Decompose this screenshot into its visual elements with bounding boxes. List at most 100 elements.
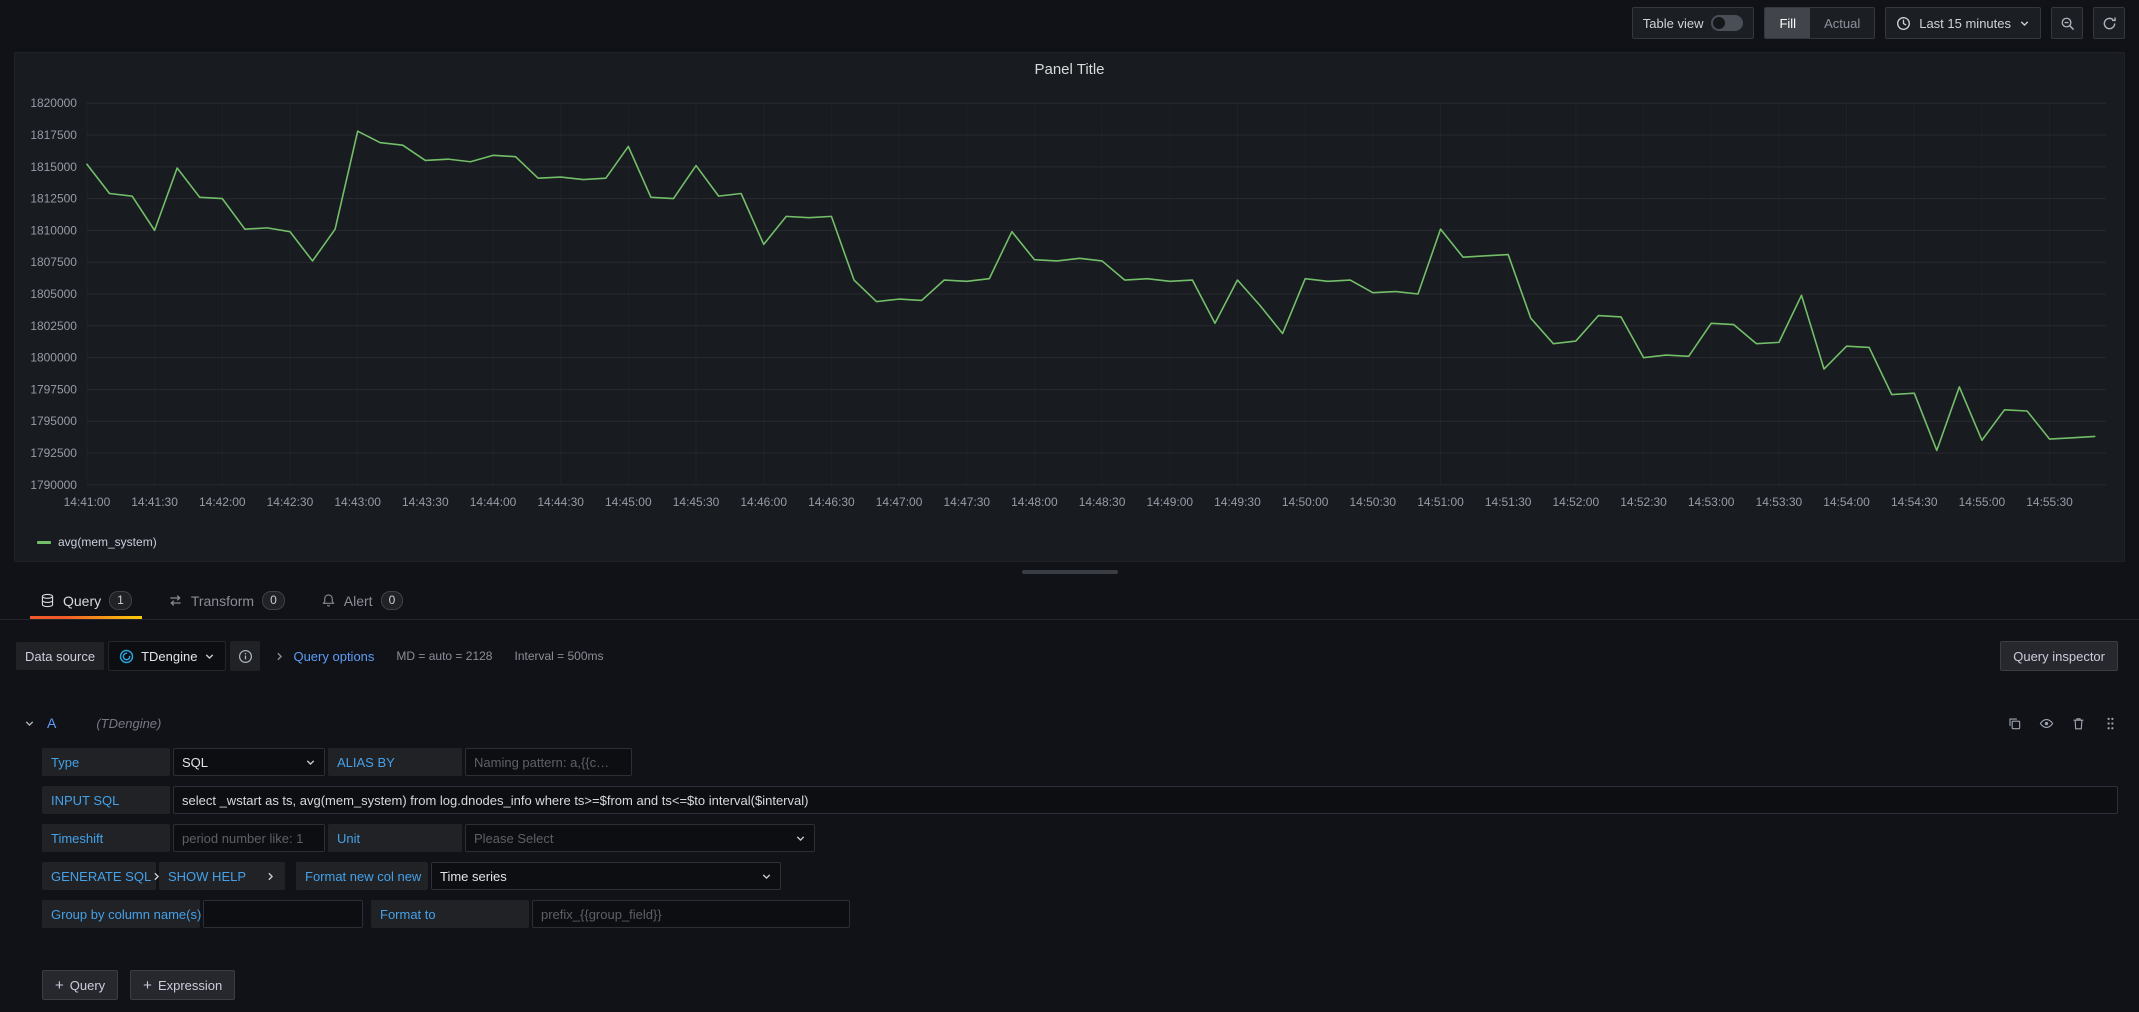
format-to-input[interactable] — [532, 900, 850, 928]
editor-footer: + Query + Expression — [42, 970, 2139, 1000]
disable-query-button[interactable] — [2039, 716, 2054, 731]
fit-mode-group: Fill Actual — [1764, 7, 1875, 39]
trash-icon — [2071, 716, 2086, 731]
format-label: Format new col new — [296, 862, 428, 890]
panel: Panel Title 14:41:0014:41:3014:42:0014:4… — [14, 52, 2125, 562]
unit-select[interactable]: Please Select — [465, 824, 815, 852]
bell-icon — [321, 593, 336, 608]
svg-text:14:46:30: 14:46:30 — [808, 495, 855, 509]
svg-text:14:48:30: 14:48:30 — [1079, 495, 1126, 509]
svg-text:1817500: 1817500 — [30, 128, 77, 142]
svg-text:14:44:00: 14:44:00 — [470, 495, 517, 509]
actual-option[interactable]: Actual — [1810, 8, 1874, 38]
drag-query-handle[interactable] — [2103, 716, 2118, 731]
svg-text:1815000: 1815000 — [30, 160, 77, 174]
svg-text:14:41:30: 14:41:30 — [131, 495, 178, 509]
show-help-label: SHOW HELP — [168, 869, 246, 884]
input-sql-input[interactable] — [173, 786, 2118, 814]
svg-text:1805000: 1805000 — [30, 287, 77, 301]
svg-text:14:43:30: 14:43:30 — [402, 495, 449, 509]
add-expression-button[interactable]: + Expression — [130, 970, 235, 1000]
zoom-out-button[interactable] — [2051, 7, 2083, 39]
tab-transform[interactable]: Transform 0 — [158, 582, 295, 619]
query-options-md: MD = auto = 2128 — [396, 649, 492, 663]
resize-handle[interactable] — [1022, 570, 1118, 574]
eye-icon — [2039, 716, 2054, 731]
svg-text:14:42:00: 14:42:00 — [199, 495, 246, 509]
chevron-right-icon — [274, 651, 285, 662]
svg-text:14:51:00: 14:51:00 — [1417, 495, 1464, 509]
svg-text:14:48:00: 14:48:00 — [1011, 495, 1058, 509]
type-select-value: SQL — [182, 755, 208, 770]
tab-alert[interactable]: Alert 0 — [311, 582, 413, 619]
unit-select-placeholder: Please Select — [474, 831, 554, 846]
svg-text:14:44:30: 14:44:30 — [537, 495, 584, 509]
collapse-query-icon[interactable] — [24, 718, 35, 729]
legend-item[interactable]: avg(mem_system) — [25, 533, 2114, 551]
refresh-button[interactable] — [2093, 7, 2125, 39]
query-inspector-button[interactable]: Query inspector — [2000, 641, 2118, 671]
type-select[interactable]: SQL — [173, 748, 325, 776]
query-datasource-hint: (TDengine) — [96, 716, 161, 731]
datasource-help-button[interactable] — [230, 641, 260, 671]
chevron-down-icon — [761, 871, 772, 882]
svg-text:14:49:30: 14:49:30 — [1214, 495, 1261, 509]
svg-text:14:54:30: 14:54:30 — [1891, 495, 1938, 509]
plus-icon: + — [143, 978, 152, 993]
fill-option[interactable]: Fill — [1765, 8, 1810, 38]
chevron-down-icon — [795, 833, 806, 844]
tab-alert-label: Alert — [344, 593, 373, 609]
tab-alert-count: 0 — [381, 591, 404, 610]
format-select[interactable]: Time series — [431, 862, 781, 890]
alias-by-input[interactable] — [465, 748, 632, 776]
type-label: Type — [42, 748, 170, 776]
svg-text:14:45:30: 14:45:30 — [673, 495, 720, 509]
tdengine-logo-icon — [119, 649, 134, 664]
query-ref-id[interactable]: A — [47, 715, 56, 731]
database-icon — [40, 593, 55, 608]
group-by-input[interactable] — [203, 900, 363, 928]
table-view-switch[interactable] — [1711, 15, 1743, 31]
format-select-value: Time series — [440, 869, 507, 884]
info-circle-icon — [238, 649, 253, 664]
add-query-label: Query — [70, 978, 105, 993]
table-view-toggle[interactable]: Table view — [1632, 7, 1755, 39]
row-groupby-formatto: Group by column name(s) Format to — [42, 900, 2118, 928]
row-type-alias: Type SQL ALIAS BY — [42, 748, 2118, 776]
remove-query-button[interactable] — [2071, 716, 2086, 731]
row-timeshift-unit: Timeshift Unit Please Select — [42, 824, 2118, 852]
svg-text:14:45:00: 14:45:00 — [605, 495, 652, 509]
query-actions — [2007, 716, 2118, 731]
svg-text:1810000: 1810000 — [30, 223, 77, 237]
unit-label: Unit — [328, 824, 462, 852]
chevron-down-icon — [2019, 18, 2030, 29]
row-input-sql: INPUT SQL — [42, 786, 2118, 814]
transform-icon — [168, 593, 183, 608]
timeshift-label: Timeshift — [42, 824, 170, 852]
tab-query[interactable]: Query 1 — [30, 582, 142, 619]
svg-text:14:41:00: 14:41:00 — [64, 495, 111, 509]
generate-sql-button[interactable]: GENERATE SQL — [42, 862, 156, 890]
show-help-button[interactable]: SHOW HELP — [159, 862, 285, 890]
plus-icon: + — [55, 978, 64, 993]
add-query-button[interactable]: + Query — [42, 970, 118, 1000]
clock-icon — [1896, 16, 1911, 31]
timeshift-input[interactable] — [173, 824, 325, 852]
datasource-name: TDengine — [141, 649, 197, 664]
legend-series-swatch — [37, 541, 51, 544]
time-range-picker[interactable]: Last 15 minutes — [1885, 7, 2041, 39]
editor-tabs: Query 1 Transform 0 Alert 0 — [0, 582, 2139, 620]
query-options-toggle[interactable]: Query options — [293, 649, 374, 664]
svg-text:14:50:30: 14:50:30 — [1350, 495, 1397, 509]
time-series-chart[interactable]: 14:41:0014:41:3014:42:0014:42:3014:43:00… — [25, 85, 2114, 533]
duplicate-query-button[interactable] — [2007, 716, 2022, 731]
tab-query-label: Query — [63, 593, 101, 609]
svg-text:14:54:00: 14:54:00 — [1823, 495, 1870, 509]
svg-text:1792500: 1792500 — [30, 446, 77, 460]
svg-text:1800000: 1800000 — [30, 351, 77, 365]
legend-series-label: avg(mem_system) — [58, 535, 157, 549]
datasource-picker[interactable]: TDengine — [108, 641, 226, 671]
svg-text:1812500: 1812500 — [30, 192, 77, 206]
svg-text:14:53:30: 14:53:30 — [1756, 495, 1803, 509]
svg-text:14:52:00: 14:52:00 — [1553, 495, 1600, 509]
